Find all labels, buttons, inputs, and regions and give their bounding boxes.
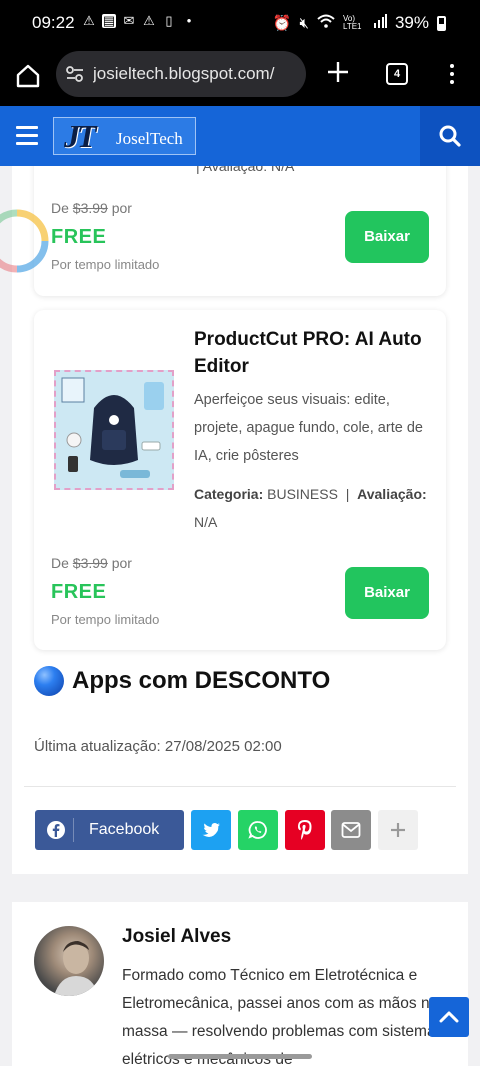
twitter-icon [202, 823, 220, 837]
chevron-up-icon [439, 1011, 459, 1023]
facebook-icon [47, 821, 65, 839]
mail-icon [341, 822, 361, 838]
person-photo-icon [54, 941, 98, 996]
home-icon [16, 64, 40, 88]
more-menu-icon[interactable] [446, 62, 458, 86]
url-text[interactable]: josieltech.blogspot.com/ [93, 64, 299, 84]
mute-icon: 🔇︎ [299, 14, 309, 32]
price-line: De $3.99 por [51, 200, 132, 216]
category-value: BUSINESS [267, 486, 338, 502]
search-icon [439, 125, 461, 147]
battery-percent: 39% [394, 13, 429, 32]
lte-label: Vo) LTE1 [342, 14, 362, 31]
limited-time-label: Por tempo limitado [51, 257, 160, 272]
blue-circle-icon [34, 666, 64, 696]
category-label: Categoria: [194, 486, 264, 502]
share-twitter-button[interactable] [191, 810, 231, 850]
plus-icon [328, 62, 348, 82]
product-title[interactable]: ProductCut PRO: AI Auto Editor [194, 326, 434, 380]
last-updated-text: Última atualização: 27/08/2025 02:00 [34, 738, 282, 755]
phone-icon: ▯ [165, 13, 173, 28]
author-bio: Formado como Técnico em Eletrotécnica e … [122, 967, 444, 1066]
meta-separator: | [345, 486, 350, 502]
share-email-button[interactable] [331, 810, 371, 850]
wifi-icon [317, 14, 335, 32]
system-icons: ⏰ 🔇︎ Vo) LTE1 39% [273, 13, 446, 33]
tab-switcher-button[interactable]: 4 [386, 63, 408, 85]
warning-icon: ⚠ [143, 13, 155, 28]
divider [24, 786, 456, 787]
section-title-text: Apps com DESCONTO [72, 667, 331, 694]
new-tab-button[interactable] [326, 60, 350, 84]
download-button[interactable]: Baixar [345, 567, 429, 619]
share-facebook-button[interactable]: Facebook [35, 810, 184, 850]
notification-icons: ⚠ ▤ ✉ ⚠ ▯ • [82, 14, 196, 28]
facebook-label: Facebook [89, 821, 160, 838]
whatsapp-icon [248, 821, 267, 839]
back-to-top-button[interactable] [429, 997, 469, 1037]
status-bar: 09:22 ⚠ ▤ ✉ ⚠ ▯ • ⏰ 🔇︎ Vo) LTE1 39% [0, 0, 480, 48]
status-time: 09:22 [32, 13, 75, 32]
product-meta: Categoria: BUSINESS | Avaliação: N/A [194, 480, 434, 536]
rating-label: Avaliação: [357, 486, 427, 502]
pinterest-icon [298, 820, 312, 840]
address-bar[interactable]: josieltech.blogspot.com/ [56, 51, 306, 97]
app-notification-icon: ▤ [102, 13, 116, 28]
backpack-image-icon [61, 377, 164, 478]
free-label: FREE [51, 581, 107, 603]
avatar[interactable] [34, 926, 104, 996]
site-logo[interactable]: JT JoselTech [53, 117, 196, 155]
download-button[interactable]: Baixar [345, 211, 429, 263]
site-header: JT JoselTech [0, 106, 480, 166]
limited-time-label: Por tempo limitado [51, 612, 160, 627]
plus-icon [391, 823, 405, 837]
product-description: Aperfeiçoe seus visuais: edite, projete,… [194, 392, 423, 464]
search-button[interactable] [420, 106, 480, 166]
product-meta-partial: | Avaliação: N/A [196, 166, 295, 174]
rating-value: N/A [194, 514, 218, 530]
browser-toolbar: josieltech.blogspot.com/ 4 [0, 48, 480, 106]
price-prefix: De [51, 555, 69, 571]
price-line: De $3.99 por [51, 555, 132, 571]
battery-icon [437, 15, 446, 31]
product-image[interactable] [54, 370, 174, 490]
share-more-button[interactable] [378, 810, 418, 850]
warning-icon: ⚠ [83, 13, 95, 28]
alarm-icon: ⏰ [272, 15, 292, 32]
price-suffix: por [111, 200, 132, 216]
product-card: | Avaliação: N/A De $3.99 por FREE Por t… [34, 166, 446, 296]
article-body: | Avaliação: N/A De $3.99 por FREE Por t… [12, 166, 468, 874]
separator [73, 818, 74, 842]
logo-letters: JT [64, 118, 97, 154]
hamburger-menu-icon[interactable] [16, 126, 38, 145]
logo-name: JoselTech [116, 129, 183, 148]
section-heading: Apps com DESCONTO [34, 666, 330, 696]
mail-icon: ✉ [123, 13, 135, 28]
author-name[interactable]: Josiel Alves [122, 926, 231, 948]
share-pinterest-button[interactable] [285, 810, 325, 850]
loading-spinner-icon [0, 208, 50, 274]
product-card: ProductCut PRO: AI Auto Editor Aperfeiço… [34, 310, 446, 650]
price-suffix: por [111, 555, 132, 571]
author-box: Josiel Alves Formado como Técnico em Ele… [12, 902, 468, 1066]
price-prefix: De [51, 200, 69, 216]
signal-icon [373, 14, 387, 32]
old-price: $3.99 [72, 555, 108, 571]
page-content: | Avaliação: N/A De $3.99 por FREE Por t… [0, 166, 480, 1066]
old-price: $3.99 [72, 200, 108, 216]
gesture-navigation-bar[interactable] [168, 1054, 312, 1059]
share-whatsapp-button[interactable] [238, 810, 278, 850]
site-settings-icon[interactable] [66, 66, 84, 82]
dot-icon: • [186, 13, 192, 28]
free-label: FREE [51, 226, 107, 248]
home-button[interactable] [14, 62, 42, 90]
